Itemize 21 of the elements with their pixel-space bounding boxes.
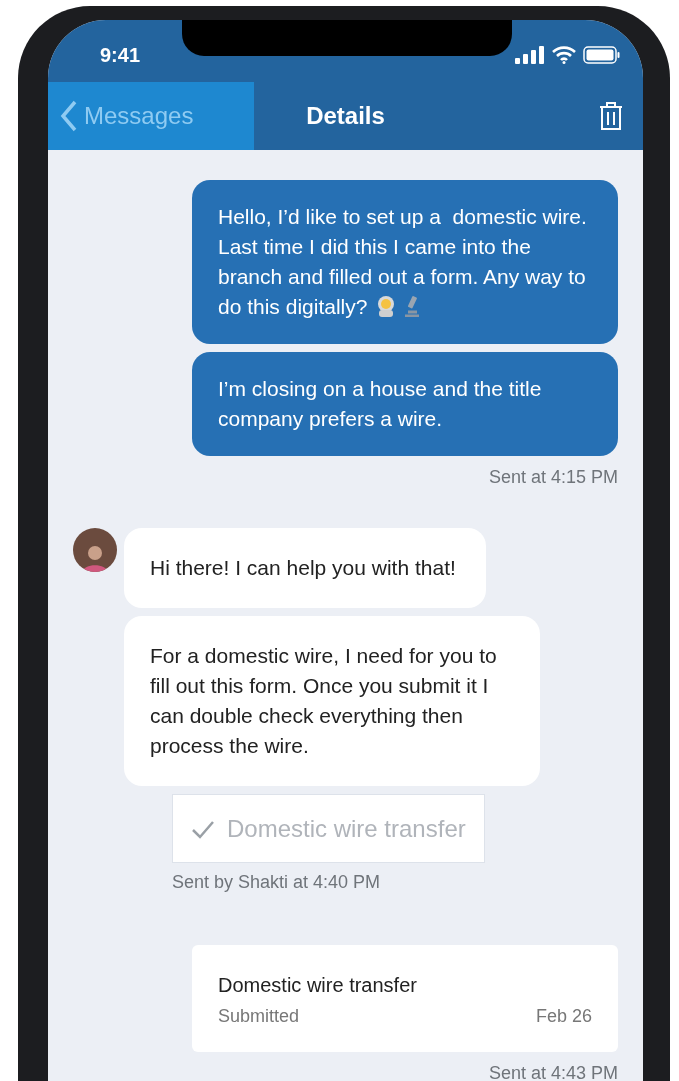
- form-card[interactable]: Domestic wire transfer Submitted Feb 26: [192, 945, 618, 1052]
- sent-time-note: Sent at 4:43 PM: [488, 1063, 618, 1081]
- status-time: 9:41: [100, 43, 141, 68]
- screen-title: Details: [306, 101, 385, 131]
- incoming-message-bubble: Hi there! I can help you with that!: [124, 528, 486, 608]
- signal-icon: [515, 46, 545, 64]
- form-link-button[interactable]: Domestic wire transfer: [172, 794, 485, 863]
- sent-time-note: Sent at 4:15 PM: [488, 467, 618, 487]
- avatar: [73, 528, 117, 572]
- outgoing-message-bubble: Hello, I’d like to set up a domestic wire. Last time I did this I came into the branch and filled out a form. Any way to do this digitally?: [192, 180, 618, 344]
- form-status: Submitted: [218, 1005, 300, 1028]
- form-date: Feb 26: [535, 1005, 592, 1028]
- sent-time-note: Sent by Shakti at 4:40 PM: [172, 872, 381, 892]
- wifi-icon: [552, 46, 576, 64]
- trash-icon[interactable]: [599, 101, 623, 131]
- chevron-left-icon: [60, 100, 78, 132]
- outgoing-message-bubble: I’m closing on a house and the title company prefers a wire.: [192, 352, 618, 456]
- form-title: Domestic wire transfer: [218, 973, 418, 998]
- incoming-message-bubble: For a domestic wire, I need for you to fill out this form. Once you submit it I can double check everything then process the wire.: [124, 616, 540, 786]
- battery-icon: [583, 46, 621, 64]
- back-button[interactable]: Messages: [48, 82, 254, 150]
